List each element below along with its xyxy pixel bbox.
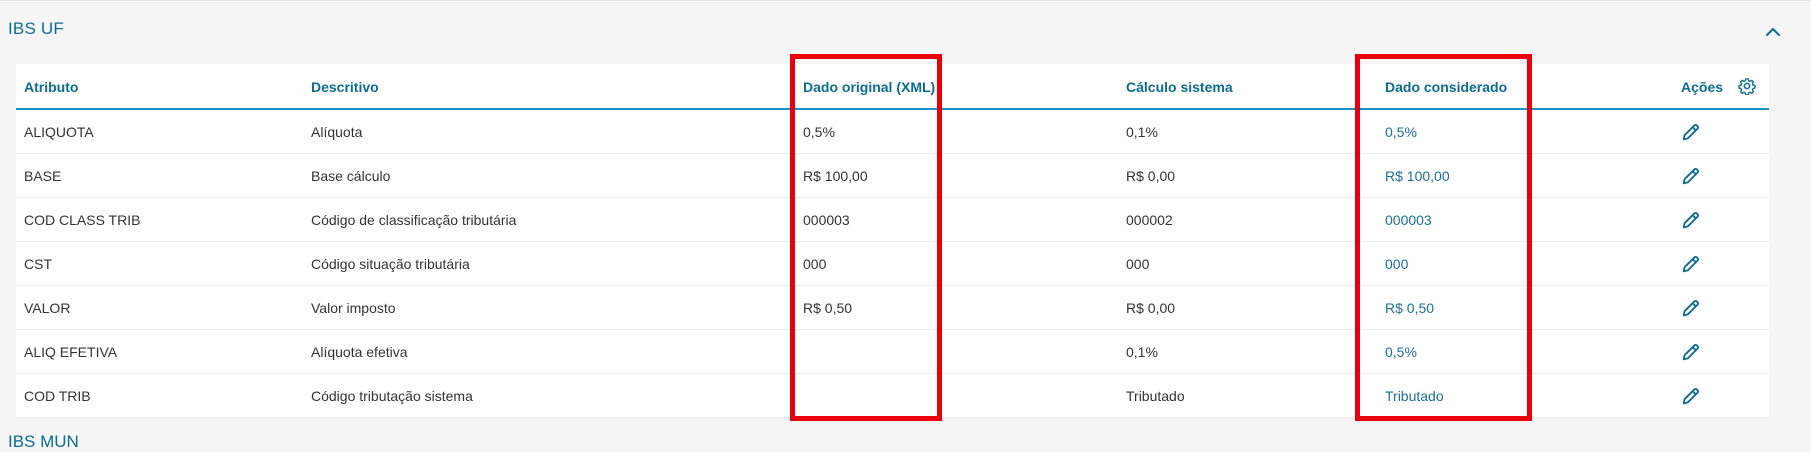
cell-calculo-sistema: R$ 0,00 <box>1126 168 1176 184</box>
table-row: CST Código situação tributária 000 000 000 <box>16 242 1769 286</box>
cell-atributo: ALIQ EFETIVA <box>24 344 118 360</box>
header-acoes: Ações <box>1681 79 1724 95</box>
cell-atributo: COD TRIB <box>24 388 91 404</box>
cell-dado-original: 0,5% <box>803 124 835 140</box>
table-header: Atributo Descritivo Dado original (XML) … <box>16 64 1769 110</box>
header-dado-considerado[interactable]: Dado considerado <box>1385 79 1507 95</box>
cell-dado-original: 000 <box>803 256 827 272</box>
cell-dado-original: 000003 <box>803 212 850 228</box>
section-header-ibs-uf[interactable]: IBS UF <box>0 0 1811 62</box>
cell-descritivo: Código situação tributária <box>311 256 470 272</box>
table-row: ALIQ EFETIVA Alíquota efetiva 0,1% 0,5% <box>16 330 1769 374</box>
pencil-icon[interactable] <box>1680 341 1702 363</box>
cell-dado-considerado: Tributado <box>1385 388 1444 404</box>
cell-dado-considerado: 0,5% <box>1385 344 1417 360</box>
cell-dado-considerado: 000003 <box>1385 212 1432 228</box>
pencil-icon[interactable] <box>1680 165 1702 187</box>
cell-dado-considerado: R$ 0,50 <box>1385 300 1435 316</box>
cell-calculo-sistema: 0,1% <box>1126 124 1158 140</box>
cell-atributo: BASE <box>24 168 62 184</box>
cell-dado-original: R$ 100,00 <box>803 168 868 184</box>
cell-calculo-sistema: Tributado <box>1126 388 1185 404</box>
cell-descritivo: Alíquota efetiva <box>311 344 408 360</box>
table-row: BASE Base cálculo R$ 100,00 R$ 0,00 R$ 100,0… <box>16 154 1769 198</box>
header-calculo-sistema[interactable]: Cálculo sistema <box>1126 79 1233 95</box>
cell-atributo: ALIQUOTA <box>24 124 94 140</box>
cell-calculo-sistema: 000002 <box>1126 212 1173 228</box>
section-title: IBS UF <box>8 19 64 38</box>
table-row: COD CLASS TRIB Código de classificação tr… <box>16 198 1769 242</box>
chevron-up-icon[interactable] <box>1762 21 1784 43</box>
table-row: VALOR Valor imposto R$ 0,50 R$ 0,00 R$ 0,50 <box>16 286 1769 330</box>
pencil-icon[interactable] <box>1680 121 1702 143</box>
table-row: COD TRIB Código tributação sistema Tributa… <box>16 374 1769 418</box>
pencil-icon[interactable] <box>1680 209 1702 231</box>
attributes-table: Atributo Descritivo Dado original (XML) … <box>16 64 1769 418</box>
cell-descritivo: Alíquota <box>311 124 363 140</box>
pencil-icon[interactable] <box>1680 297 1702 319</box>
cell-dado-considerado: 0,5% <box>1385 124 1417 140</box>
cell-descritivo: Base cálculo <box>311 168 391 184</box>
cell-atributo: VALOR <box>24 300 71 316</box>
cell-dado-considerado: R$ 100,00 <box>1385 168 1450 184</box>
cell-descritivo: Valor imposto <box>311 300 396 316</box>
cell-descritivo: Código tributação sistema <box>311 388 473 404</box>
section-title-ibs-mun[interactable]: IBS MUN <box>8 432 79 452</box>
cell-calculo-sistema: 000 <box>1126 256 1150 272</box>
header-atributo[interactable]: Atributo <box>24 79 78 95</box>
pencil-icon[interactable] <box>1680 385 1702 407</box>
header-dado-original[interactable]: Dado original (XML) <box>803 79 935 95</box>
table-row: ALIQUOTA Alíquota 0,5% 0,1% 0,5% <box>16 110 1769 154</box>
gear-icon[interactable] <box>1738 77 1756 96</box>
cell-atributo: COD CLASS TRIB <box>24 212 141 228</box>
cell-calculo-sistema: 0,1% <box>1126 344 1158 360</box>
cell-descritivo: Código de classificação tributária <box>311 212 517 228</box>
cell-dado-original: R$ 0,50 <box>803 300 853 316</box>
cell-calculo-sistema: R$ 0,00 <box>1126 300 1176 316</box>
cell-atributo: CST <box>24 256 52 272</box>
header-descritivo[interactable]: Descritivo <box>311 79 379 95</box>
cell-dado-considerado: 000 <box>1385 256 1409 272</box>
pencil-icon[interactable] <box>1680 253 1702 275</box>
